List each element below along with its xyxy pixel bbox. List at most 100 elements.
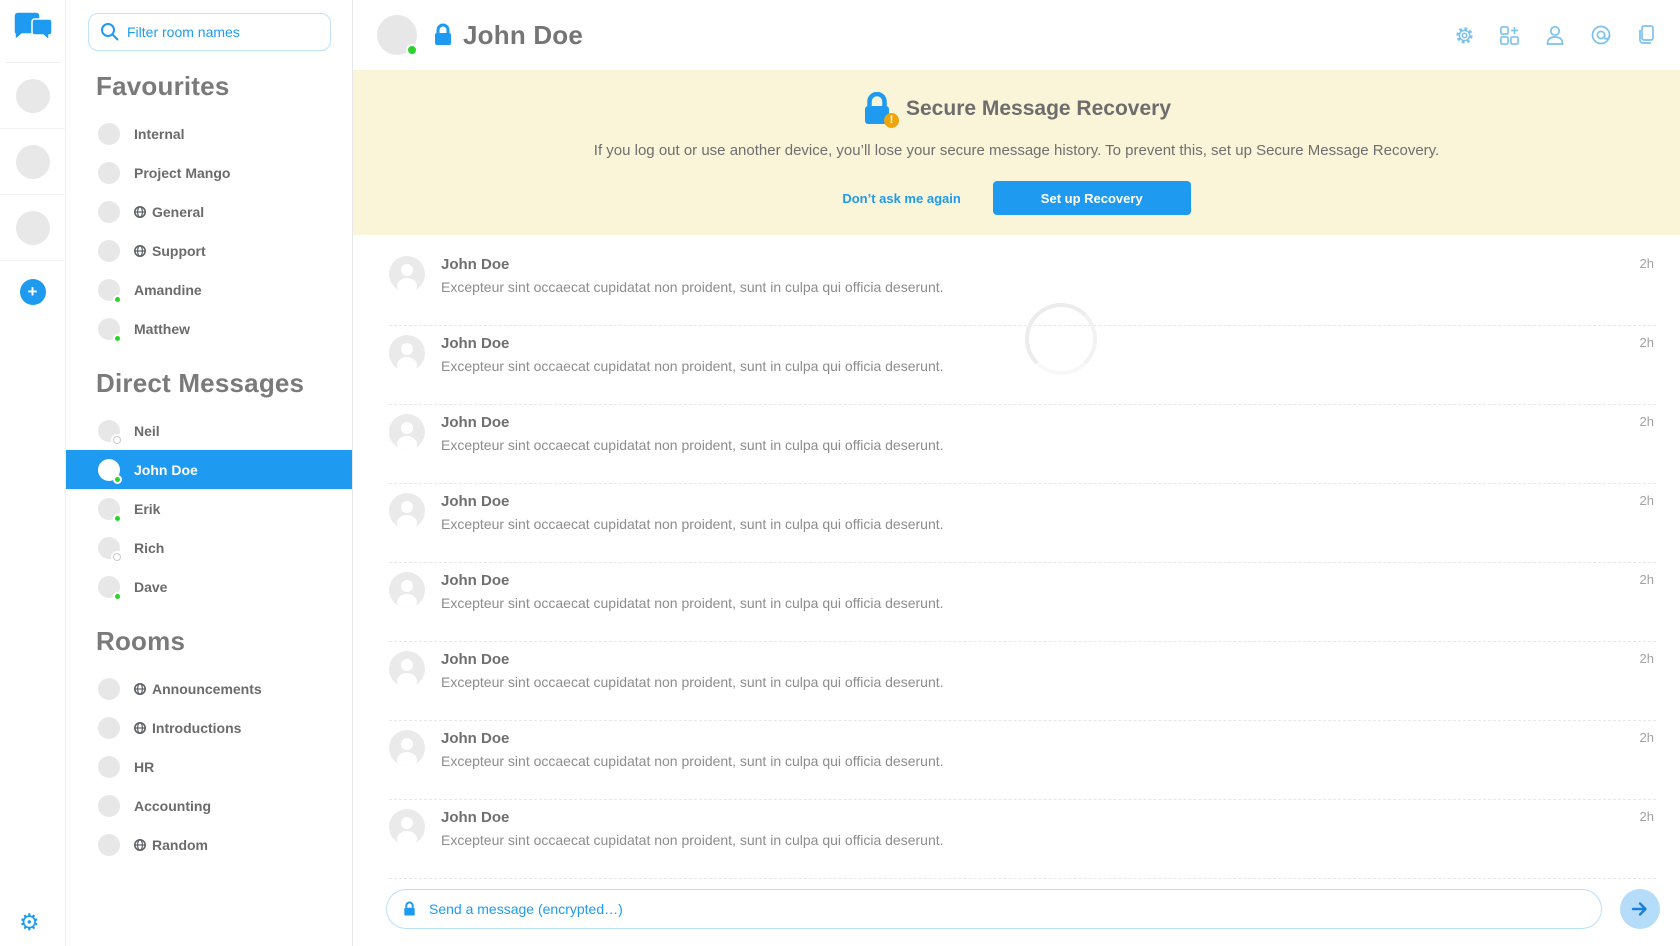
message-text: Excepteur sint occaecat cupidatat non pr… bbox=[441, 832, 1624, 848]
room-item-amandine[interactable]: Amandine bbox=[66, 270, 352, 309]
sender-avatar[interactable] bbox=[389, 809, 425, 845]
room-avatar bbox=[98, 201, 120, 223]
message-timestamp: 2h bbox=[1640, 809, 1656, 824]
room-item-neil[interactable]: Neil bbox=[66, 411, 352, 450]
message-sender: John Doe bbox=[441, 730, 1624, 747]
room-item-project-mango[interactable]: Project Mango bbox=[66, 153, 352, 192]
message-text: Excepteur sint occaecat cupidatat non pr… bbox=[441, 595, 1624, 611]
room-avatar bbox=[98, 318, 120, 340]
room-label: Accounting bbox=[134, 798, 211, 814]
room-label: General bbox=[134, 204, 204, 220]
presence-online-dot bbox=[113, 592, 122, 601]
presence-online-dot bbox=[113, 334, 122, 343]
sender-avatar[interactable] bbox=[389, 414, 425, 450]
presence-online-dot bbox=[113, 295, 122, 304]
send-button[interactable] bbox=[1620, 889, 1660, 929]
chat-app: + ⚙ Favourites Internal Project Mango Ge… bbox=[0, 0, 1680, 946]
sender-avatar[interactable] bbox=[389, 572, 425, 608]
room-avatar bbox=[98, 537, 120, 559]
message-sender: John Doe bbox=[441, 493, 1624, 510]
room-item-john-doe-selected[interactable]: John Doe bbox=[66, 450, 352, 489]
room-item-random[interactable]: Random bbox=[66, 825, 352, 864]
room-item-rich[interactable]: Rich bbox=[66, 528, 352, 567]
message-row: John Doe Excepteur sint occaecat cupidat… bbox=[389, 721, 1656, 800]
banner-body-text: If you log out or use another device, yo… bbox=[353, 142, 1680, 159]
room-item-erik[interactable]: Erik bbox=[66, 489, 352, 528]
room-label: Rich bbox=[134, 540, 164, 556]
message-row: John Doe Excepteur sint occaecat cupidat… bbox=[389, 326, 1656, 405]
room-item-announcements[interactable]: Announcements bbox=[66, 669, 352, 708]
community-avatar bbox=[16, 211, 50, 245]
message-sender: John Doe bbox=[441, 809, 1624, 826]
dont-ask-again-link[interactable]: Don’t ask me again bbox=[842, 191, 960, 206]
members-icon[interactable] bbox=[1544, 24, 1566, 46]
rail-community-1[interactable] bbox=[0, 63, 66, 129]
room-avatar bbox=[98, 162, 120, 184]
add-community-button[interactable]: + bbox=[20, 279, 46, 305]
app-logo-chat-bubbles-icon[interactable] bbox=[10, 10, 56, 50]
mentions-icon[interactable] bbox=[1590, 24, 1612, 46]
room-item-dave[interactable]: Dave bbox=[66, 567, 352, 606]
room-label: Matthew bbox=[134, 321, 190, 337]
room-label: Internal bbox=[134, 126, 185, 142]
room-avatar bbox=[98, 576, 120, 598]
section-title-rooms: Rooms bbox=[96, 626, 352, 657]
public-room-globe-icon bbox=[134, 722, 146, 734]
rail-community-3[interactable] bbox=[0, 195, 66, 261]
search-input[interactable] bbox=[88, 13, 331, 51]
room-item-matthew[interactable]: Matthew bbox=[66, 309, 352, 348]
room-item-internal[interactable]: Internal bbox=[66, 114, 352, 153]
room-avatar bbox=[98, 756, 120, 778]
room-avatar bbox=[98, 459, 120, 481]
message-text: Excepteur sint occaecat cupidatat non pr… bbox=[441, 516, 1624, 532]
public-room-globe-icon bbox=[134, 683, 146, 695]
room-avatar bbox=[98, 240, 120, 262]
community-avatar bbox=[16, 79, 50, 113]
loading-spinner bbox=[1025, 303, 1097, 375]
header-actions bbox=[1454, 24, 1656, 46]
sender-avatar[interactable] bbox=[389, 335, 425, 371]
room-label: Amandine bbox=[134, 282, 202, 298]
sender-avatar[interactable] bbox=[389, 256, 425, 292]
room-avatar bbox=[98, 420, 120, 442]
secure-recovery-banner: ! Secure Message Recovery If you log out… bbox=[353, 70, 1680, 235]
message-timestamp: 2h bbox=[1640, 651, 1656, 666]
rail-community-2[interactable] bbox=[0, 129, 66, 195]
room-item-general[interactable]: General bbox=[66, 192, 352, 231]
room-avatar bbox=[98, 678, 120, 700]
room-sidebar: Favourites Internal Project Mango Genera… bbox=[66, 0, 353, 946]
sender-avatar[interactable] bbox=[389, 730, 425, 766]
section-title-direct-messages: Direct Messages bbox=[96, 368, 352, 399]
integrations-icon[interactable] bbox=[1499, 25, 1520, 46]
message-text: Excepteur sint occaecat cupidatat non pr… bbox=[441, 279, 1624, 295]
message-sender: John Doe bbox=[441, 651, 1624, 668]
sender-avatar[interactable] bbox=[389, 651, 425, 687]
room-view: John Doe bbox=[353, 0, 1680, 946]
message-row: John Doe Excepteur sint occaecat cupidat… bbox=[389, 800, 1656, 879]
message-sender: John Doe bbox=[441, 256, 1624, 273]
set-up-recovery-button[interactable]: Set up Recovery bbox=[993, 181, 1191, 215]
room-item-hr[interactable]: HR bbox=[66, 747, 352, 786]
room-item-support[interactable]: Support bbox=[66, 231, 352, 270]
message-composer bbox=[353, 880, 1680, 946]
presence-offline-dot bbox=[113, 436, 121, 444]
room-label: John Doe bbox=[134, 462, 198, 478]
files-icon[interactable] bbox=[1636, 24, 1656, 46]
message-text: Excepteur sint occaecat cupidatat non pr… bbox=[441, 674, 1624, 690]
settings-icon[interactable] bbox=[1454, 25, 1475, 46]
message-text: Excepteur sint occaecat cupidatat non pr… bbox=[441, 437, 1624, 453]
room-avatar bbox=[98, 717, 120, 739]
message-row: John Doe Excepteur sint occaecat cupidat… bbox=[389, 642, 1656, 721]
room-item-accounting[interactable]: Accounting bbox=[66, 786, 352, 825]
room-item-introductions[interactable]: Introductions bbox=[66, 708, 352, 747]
room-search bbox=[88, 13, 330, 51]
encrypted-lock-icon bbox=[403, 901, 416, 917]
sender-avatar[interactable] bbox=[389, 493, 425, 529]
room-label: Erik bbox=[134, 501, 160, 517]
message-input[interactable] bbox=[386, 889, 1602, 929]
message-timeline[interactable]: John Doe Excepteur sint occaecat cupidat… bbox=[353, 235, 1680, 880]
room-header-avatar[interactable] bbox=[377, 15, 417, 55]
room-avatar bbox=[98, 834, 120, 856]
presence-online-dot bbox=[406, 44, 418, 56]
settings-gear-icon[interactable]: ⚙ bbox=[19, 909, 40, 936]
